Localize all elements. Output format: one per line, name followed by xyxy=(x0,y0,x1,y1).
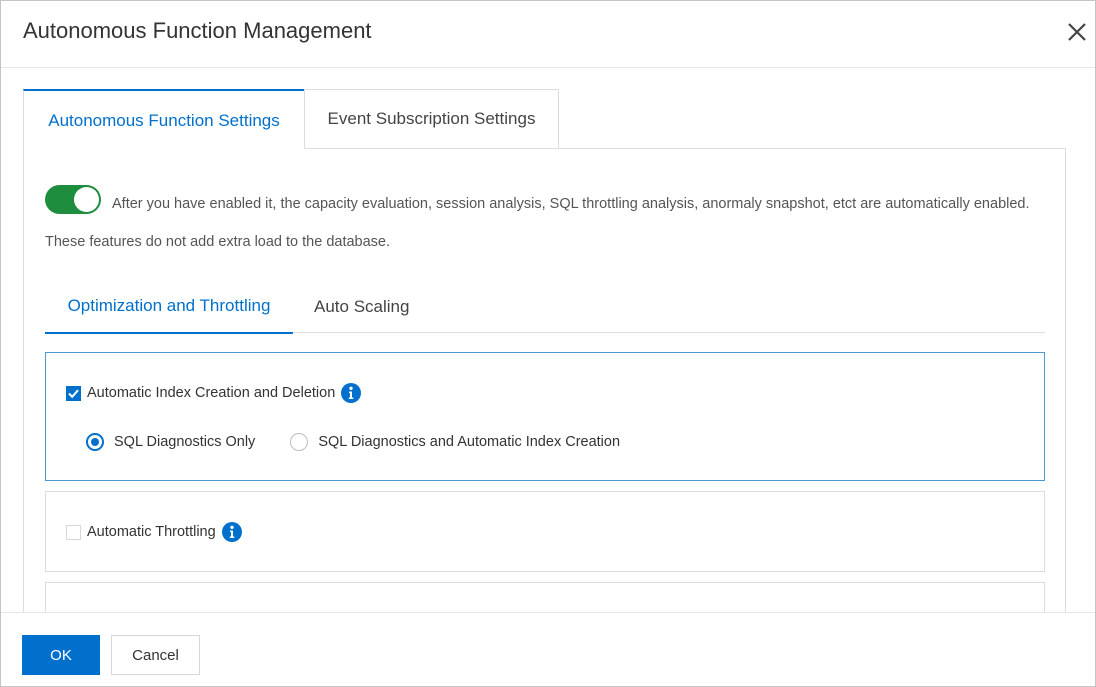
dialog-header: Autonomous Function Management xyxy=(1,1,1095,68)
info-glyph xyxy=(349,386,354,399)
feature-card-auto-index: Automatic Index Creation and Deletion SQ… xyxy=(45,352,1045,481)
radio-label: SQL Diagnostics and Automatic Index Crea… xyxy=(318,434,621,450)
close-icon xyxy=(1068,23,1086,41)
auto-index-label: Automatic Index Creation and Deletion xyxy=(87,385,336,401)
auto-index-checkbox[interactable] xyxy=(66,385,81,401)
radio-unselected-indicator xyxy=(290,433,309,451)
dialog-title: Autonomous Function Management xyxy=(23,18,372,43)
feature-row-auto-index: Automatic Index Creation and Deletion xyxy=(66,383,362,403)
auto-throttling-checkbox[interactable] xyxy=(66,524,81,540)
tab-autonomous-function-settings[interactable]: Autonomous Function Settings xyxy=(23,89,304,150)
feature-card-partial xyxy=(45,582,1045,612)
radio-sql-diagnostics-only[interactable]: SQL Diagnostics Only xyxy=(86,433,255,451)
autonomous-description: After you have enabled it, the capacity … xyxy=(45,196,1030,250)
close-button[interactable] xyxy=(1064,19,1090,45)
autonomous-toggle[interactable] xyxy=(45,185,101,214)
info-icon[interactable] xyxy=(221,522,242,542)
auto-throttling-label: Automatic Throttling xyxy=(87,524,216,540)
tab-event-subscription-settings[interactable]: Event Subscription Settings xyxy=(304,89,559,149)
radio-label: SQL Diagnostics Only xyxy=(114,434,256,450)
info-icon[interactable] xyxy=(341,383,362,403)
dialog-footer: OK Cancel xyxy=(1,612,1095,686)
auto-index-mode-group: SQL Diagnostics Only SQL Diagnostics and… xyxy=(86,433,655,451)
ok-button[interactable]: OK xyxy=(22,635,100,675)
sub-tabs: Optimization and Throttling Auto Scaling xyxy=(45,280,1045,334)
radio-sql-diagnostics-auto-index[interactable]: SQL Diagnostics and Automatic Index Crea… xyxy=(290,433,620,451)
radio-selected-indicator xyxy=(86,433,104,451)
cancel-button[interactable]: Cancel xyxy=(111,635,200,675)
subtab-optimization-throttling[interactable]: Optimization and Throttling xyxy=(45,280,293,334)
feature-card-auto-throttling: Automatic Throttling xyxy=(45,491,1045,572)
autonomous-function-dialog: Autonomous Function Management Autonomou… xyxy=(0,0,1096,687)
tab-panel: After you have enabled it, the capacity … xyxy=(23,148,1066,612)
subtab-auto-scaling[interactable]: Auto Scaling xyxy=(314,280,409,333)
info-glyph xyxy=(229,525,234,538)
dialog-body: Autonomous Function Settings Event Subsc… xyxy=(1,69,1095,612)
checkmark-icon xyxy=(68,389,79,398)
feature-row-auto-throttling: Automatic Throttling xyxy=(66,522,242,542)
toggle-knob xyxy=(74,187,99,212)
